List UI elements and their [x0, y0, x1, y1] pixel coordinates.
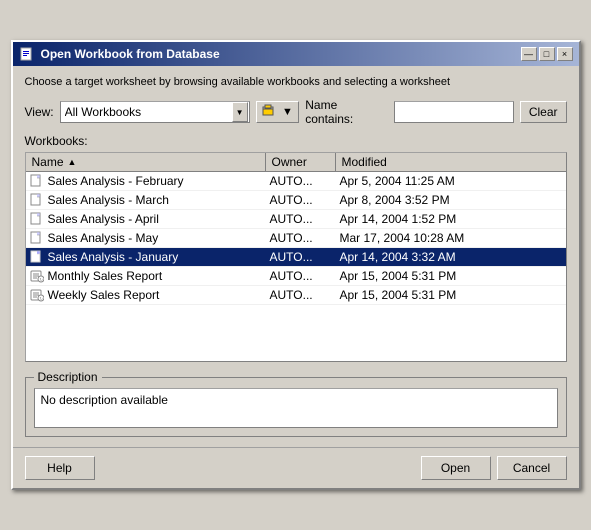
- sort-arrow-icon: ▲: [68, 157, 77, 167]
- svg-text:↻: ↻: [39, 277, 42, 282]
- table-row[interactable]: Sales Analysis - April AUTO... Apr 14, 2…: [26, 210, 566, 229]
- list-header: Name ▲ Owner Modified: [26, 153, 566, 172]
- row-modified-cell: Apr 14, 2004 1:52 PM: [336, 210, 566, 228]
- table-row[interactable]: Sales Analysis - February AUTO... Apr 5,…: [26, 172, 566, 191]
- name-contains-label: Name contains:: [305, 98, 388, 126]
- help-button[interactable]: Help: [25, 456, 95, 480]
- report-icon: ↻: [30, 269, 44, 283]
- open-button[interactable]: Open: [421, 456, 491, 480]
- maximize-button[interactable]: □: [539, 47, 555, 61]
- row-modified-cell: Apr 14, 2004 3:32 AM: [336, 248, 566, 266]
- view-row: View: All Workbooks My Workbooks Shared …: [25, 98, 567, 126]
- row-name-cell: Sales Analysis - April: [26, 210, 266, 228]
- workbooks-label: Workbooks:: [25, 134, 567, 148]
- row-owner-cell: AUTO...: [266, 229, 336, 247]
- cancel-button[interactable]: Cancel: [497, 456, 567, 480]
- dialog-body: Choose a target worksheet by browsing av…: [13, 66, 579, 447]
- row-owner-cell: AUTO...: [266, 286, 336, 304]
- row-owner-cell: AUTO...: [266, 172, 336, 190]
- table-row[interactable]: Sales Analysis - March AUTO... Apr 8, 20…: [26, 191, 566, 210]
- workbook-icon: [30, 193, 44, 207]
- close-button[interactable]: ×: [557, 47, 573, 61]
- row-name-cell: ↻ Weekly Sales Report: [26, 286, 266, 304]
- workbook-icon: [30, 231, 44, 245]
- col-header-owner[interactable]: Owner: [266, 153, 336, 171]
- row-name-cell: Sales Analysis - January: [26, 248, 266, 266]
- open-workbook-dialog: Open Workbook from Database — □ × Choose…: [11, 40, 581, 490]
- row-modified-cell: Apr 5, 2004 11:25 AM: [336, 172, 566, 190]
- clear-button[interactable]: Clear: [520, 101, 567, 123]
- title-bar: Open Workbook from Database — □ ×: [13, 42, 579, 66]
- browse-button[interactable]: ▼: [256, 101, 300, 123]
- table-row[interactable]: ↻ Weekly Sales Report AUTO... Apr 15, 20…: [26, 286, 566, 305]
- workbook-icon: [30, 250, 44, 264]
- button-row: Help Open Cancel: [13, 447, 579, 488]
- row-owner-cell: AUTO...: [266, 210, 336, 228]
- workbook-icon: [30, 174, 44, 188]
- view-label: View:: [25, 105, 54, 119]
- col-header-name[interactable]: Name ▲: [26, 153, 266, 171]
- description-text: No description available: [34, 388, 558, 428]
- view-select[interactable]: All Workbooks My Workbooks Shared Workbo…: [60, 101, 250, 123]
- btn-right: Open Cancel: [421, 456, 567, 480]
- svg-text:↻: ↻: [39, 296, 42, 301]
- dialog-icon: [19, 46, 35, 62]
- minimize-button[interactable]: —: [521, 47, 537, 61]
- row-owner-cell: AUTO...: [266, 191, 336, 209]
- browse-icon: [262, 104, 280, 120]
- row-owner-cell: AUTO...: [266, 267, 336, 285]
- row-modified-cell: Apr 8, 2004 3:52 PM: [336, 191, 566, 209]
- row-name-cell: Sales Analysis - February: [26, 172, 266, 190]
- report-icon: ↻: [30, 288, 44, 302]
- row-modified-cell: Apr 15, 2004 5:31 PM: [336, 286, 566, 304]
- row-name-cell: Sales Analysis - March: [26, 191, 266, 209]
- description-legend: Description: [34, 370, 102, 384]
- row-modified-cell: Apr 15, 2004 5:31 PM: [336, 267, 566, 285]
- table-row[interactable]: Sales Analysis - January AUTO... Apr 14,…: [26, 248, 566, 267]
- dialog-title: Open Workbook from Database: [41, 47, 220, 61]
- row-modified-cell: Mar 17, 2004 10:28 AM: [336, 229, 566, 247]
- instruction-text: Choose a target worksheet by browsing av…: [25, 76, 567, 88]
- workbooks-list: Name ▲ Owner Modified Sales Analysis - F…: [25, 152, 567, 362]
- title-bar-left: Open Workbook from Database: [19, 46, 220, 62]
- row-name-cell: Sales Analysis - May: [26, 229, 266, 247]
- row-owner-cell: AUTO...: [266, 248, 336, 266]
- view-select-wrapper: All Workbooks My Workbooks Shared Workbo…: [60, 101, 250, 123]
- table-row[interactable]: Sales Analysis - May AUTO... Mar 17, 200…: [26, 229, 566, 248]
- row-name-cell: ↻ Monthly Sales Report: [26, 267, 266, 285]
- name-contains-input[interactable]: [394, 101, 514, 123]
- browse-arrow: ▼: [282, 106, 293, 118]
- col-header-modified[interactable]: Modified: [336, 153, 566, 171]
- title-controls: — □ ×: [521, 47, 573, 61]
- table-row[interactable]: ↻ Monthly Sales Report AUTO... Apr 15, 2…: [26, 267, 566, 286]
- description-group: Description No description available: [25, 370, 567, 437]
- workbook-icon: [30, 212, 44, 226]
